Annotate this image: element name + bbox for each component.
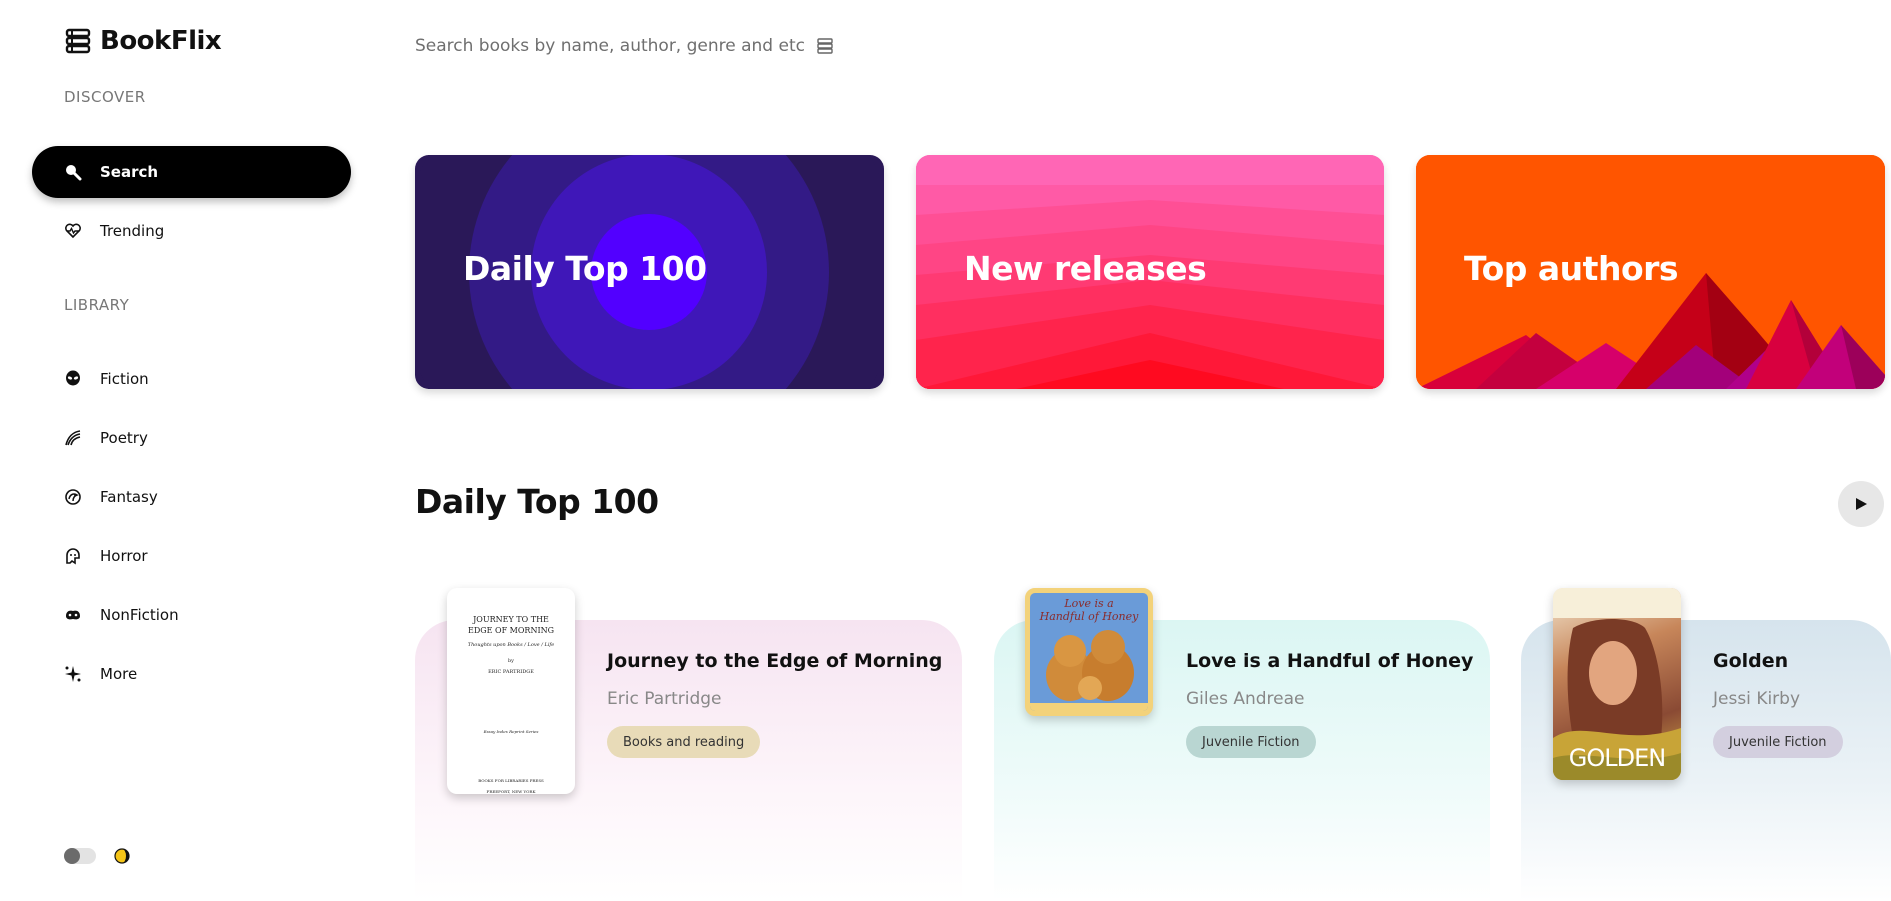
- sidebar-item-label: Search: [100, 163, 159, 181]
- cover-line: JOURNEY TO THE: [473, 615, 549, 624]
- book-author: Jessi Kirby: [1713, 689, 1801, 709]
- hero-card-new-releases[interactable]: New releases: [916, 155, 1384, 389]
- brand[interactable]: BookFlix: [64, 26, 222, 56]
- cover-line: EDGE OF MORNING: [467, 626, 554, 635]
- sidebar-item-label: Fiction: [100, 370, 149, 388]
- sidebar-item-fantasy[interactable]: Fantasy: [32, 471, 351, 523]
- alien-icon: [64, 370, 82, 388]
- genre-badge[interactable]: Juvenile Fiction: [1186, 726, 1316, 758]
- bears-illustration: [1030, 630, 1148, 711]
- search-icon: [64, 163, 82, 181]
- genre-badge[interactable]: Books and reading: [607, 726, 761, 758]
- theme-switcher: [64, 848, 130, 864]
- book-author: Eric Partridge: [607, 689, 722, 709]
- sidebar: BookFlix DISCOVER Search Trending LIBRAR…: [0, 0, 380, 901]
- hero-card-top-authors[interactable]: Top authors: [1416, 155, 1885, 389]
- hero-card-title: Top authors: [1464, 249, 1679, 288]
- next-button[interactable]: [1838, 481, 1884, 527]
- book-cover[interactable]: GOLDEN: [1553, 588, 1681, 780]
- cover-note: Essay Index Reprint Series: [483, 729, 539, 734]
- hero-card-daily-top[interactable]: Daily Top 100: [415, 155, 884, 389]
- book-cover[interactable]: JOURNEY TO THE EDGE OF MORNING Thoughts …: [447, 588, 575, 794]
- book-stack-icon[interactable]: [816, 37, 834, 55]
- cover-publisher: BOOKS FOR LIBRARIES PRESS: [478, 778, 544, 783]
- sidebar-item-poetry[interactable]: Poetry: [32, 412, 351, 464]
- moon-icon[interactable]: [114, 848, 130, 864]
- cover-by: by: [507, 658, 515, 664]
- brain-icon: [64, 606, 82, 624]
- ghost-icon: [64, 547, 82, 565]
- sparkles-icon: [64, 665, 82, 683]
- brand-name: BookFlix: [100, 26, 222, 56]
- sidebar-item-label: Fantasy: [100, 488, 158, 506]
- book-stack-logo-icon: [65, 28, 91, 54]
- genre-badge[interactable]: Juvenile Fiction: [1713, 726, 1843, 758]
- cover-title: GOLDEN: [1568, 744, 1666, 772]
- sidebar-item-label: More: [100, 665, 138, 683]
- sidebar-item-trending[interactable]: Trending: [32, 205, 351, 257]
- sidebar-item-label: Horror: [100, 547, 148, 565]
- hero-card-title: Daily Top 100: [463, 249, 707, 288]
- app: BookFlix DISCOVER Search Trending LIBRAR…: [0, 0, 1891, 901]
- library-label: LIBRARY: [64, 296, 130, 314]
- book-title[interactable]: Journey to the Edge of Morning: [607, 650, 942, 672]
- sidebar-item-search[interactable]: Search: [32, 146, 351, 198]
- book-title[interactable]: Love is a Handful of Honey: [1186, 650, 1473, 672]
- sidebar-item-more[interactable]: More: [32, 648, 351, 700]
- search-bar: [415, 36, 834, 56]
- sidebar-item-label: Poetry: [100, 429, 148, 447]
- sidebar-item-horror[interactable]: Horror: [32, 530, 351, 582]
- dragon-icon: [64, 488, 82, 506]
- book-cover[interactable]: Love is a Handful of Honey: [1025, 588, 1153, 716]
- sidebar-item-label: Trending: [100, 222, 165, 240]
- heart-pulse-icon: [64, 222, 82, 240]
- hero-card-title: New releases: [964, 249, 1207, 288]
- feather-icon: [64, 429, 82, 447]
- discover-label: DISCOVER: [64, 88, 146, 106]
- sidebar-item-nonfiction[interactable]: NonFiction: [32, 589, 351, 641]
- cover-place: FREEPORT, NEW YORK: [486, 789, 536, 794]
- toggle-icon[interactable]: [64, 848, 96, 864]
- play-icon: [1856, 498, 1867, 510]
- sidebar-item-fiction[interactable]: Fiction: [32, 353, 351, 405]
- cover-author: ERIC PARTRIDGE: [488, 669, 534, 675]
- search-input[interactable]: [415, 36, 810, 56]
- sidebar-item-label: NonFiction: [100, 606, 179, 624]
- cover-subtitle: Thoughts upon Books / Love / Life: [467, 642, 555, 648]
- book-title[interactable]: Golden: [1713, 650, 1788, 672]
- book-author: Giles Andreae: [1186, 689, 1305, 709]
- section-title: Daily Top 100: [415, 482, 659, 521]
